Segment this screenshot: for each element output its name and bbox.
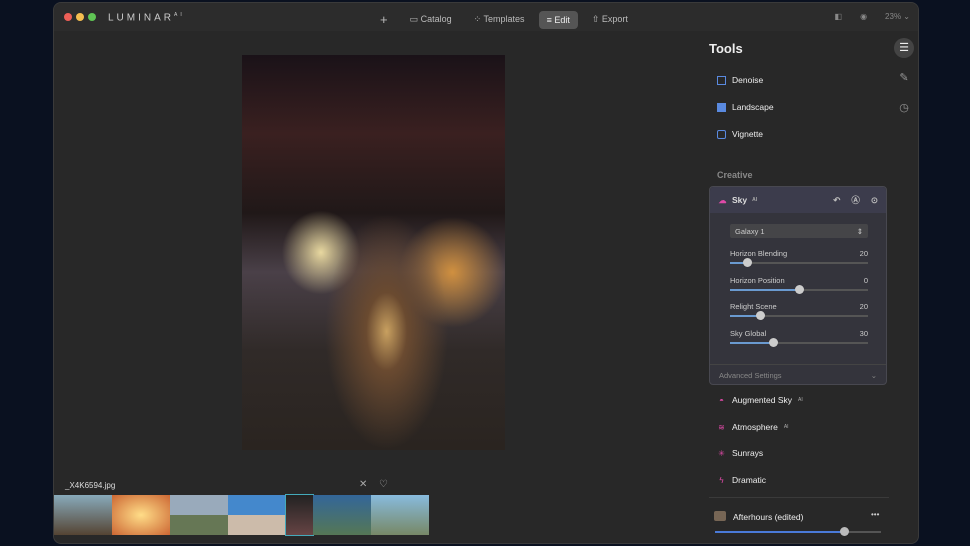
panel-title: Tools <box>709 41 743 56</box>
maximize-button[interactable] <box>88 13 96 21</box>
zoom-select[interactable]: 23% ⌄ <box>885 12 910 21</box>
preset-amount-slider[interactable] <box>715 531 881 533</box>
tools-panel: Tools Denoise Landscape Vignette Creativ… <box>709 31 889 544</box>
slider-knob[interactable] <box>795 285 804 294</box>
atmosphere-icon: ≋ <box>717 423 726 432</box>
ai-icon[interactable]: Ⓐ <box>851 194 860 206</box>
thumbnail[interactable] <box>112 495 170 535</box>
slider-fill <box>730 289 799 291</box>
reject-icon[interactable]: ✕ <box>359 479 367 490</box>
tab-catalog[interactable]: ▭ Catalog <box>402 10 460 29</box>
compare-icon[interactable]: ◧ <box>835 12 843 21</box>
slider-track[interactable] <box>730 262 868 264</box>
slider-track[interactable] <box>730 289 868 291</box>
filmstrip <box>54 495 429 535</box>
denoise-icon <box>717 76 726 85</box>
tool-dramatic[interactable]: ϟDramatic <box>717 475 766 485</box>
slider-fill <box>730 342 773 344</box>
tab-templates[interactable]: ⁘ Templates <box>466 10 533 29</box>
minimize-button[interactable] <box>76 13 84 21</box>
visibility-toggle[interactable]: ⊙ <box>871 195 878 206</box>
slider-horizon-blending[interactable]: Horizon Blending 20 <box>730 249 868 258</box>
tool-augmented-sky[interactable]: ◓Augmented SkyAI <box>717 395 803 405</box>
slider-value: 30 <box>860 329 868 338</box>
slider-track[interactable] <box>730 342 868 344</box>
augmented-sky-icon: ◓ <box>717 396 726 405</box>
slider-fill <box>715 531 844 533</box>
slider-value: 20 <box>860 249 868 258</box>
slider-knob[interactable] <box>743 258 752 267</box>
slider-label: Horizon Position <box>730 276 785 285</box>
tool-vignette[interactable]: Vignette <box>717 129 763 139</box>
slider-track[interactable] <box>730 315 868 317</box>
preset-name: Afterhours (edited) <box>733 512 803 522</box>
tab-export[interactable]: ⇧ Export <box>584 10 636 29</box>
app-logo: LUMINARAI <box>108 12 185 23</box>
photo-canvas[interactable] <box>242 55 505 450</box>
brush-icon[interactable]: ✎ <box>894 68 914 88</box>
thumbnail[interactable] <box>228 495 286 535</box>
close-button[interactable] <box>64 13 72 21</box>
slider-sky-global[interactable]: Sky Global 30 <box>730 329 868 338</box>
sky-preset-select[interactable]: Galaxy 1⇕ <box>730 224 868 238</box>
sunrays-icon: ✳ <box>717 449 726 458</box>
thumbnail[interactable] <box>54 495 112 535</box>
slider-label: Sky Global <box>730 329 766 338</box>
favorite-icon[interactable]: ♡ <box>379 479 388 490</box>
undo-icon[interactable]: ↶ <box>833 195 840 206</box>
thumbnail[interactable] <box>313 495 371 535</box>
tab-edit[interactable]: ≡ Edit <box>539 11 578 29</box>
slider-relight-scene[interactable]: Relight Scene 20 <box>730 302 868 311</box>
slider-value: 20 <box>860 302 868 311</box>
main-nav: + ▭ Catalog ⁘ Templates ≡ Edit ⇧ Export <box>372 8 636 31</box>
tool-sunrays[interactable]: ✳Sunrays <box>717 448 763 458</box>
preset-thumbnail <box>714 511 726 521</box>
slider-knob[interactable] <box>756 311 765 320</box>
filename: _X4K6594.jpg <box>65 481 115 490</box>
tool-atmosphere[interactable]: ≋AtmosphereAI <box>717 422 789 432</box>
eye-icon[interactable]: ◉ <box>860 12 867 21</box>
sky-header[interactable]: ☁ SkyAI ↶ Ⓐ ⊙ <box>710 187 886 213</box>
tool-denoise[interactable]: Denoise <box>717 75 763 85</box>
tools-adjust-icon[interactable]: ☰ <box>894 38 914 58</box>
tool-landscape[interactable]: Landscape <box>717 102 774 112</box>
slider-label: Relight Scene <box>730 302 777 311</box>
dramatic-icon: ϟ <box>717 476 726 485</box>
slider-knob[interactable] <box>769 338 778 347</box>
app-window: LUMINARAI + ▭ Catalog ⁘ Templates ≡ Edit… <box>53 2 919 544</box>
thumbnail[interactable] <box>170 495 228 535</box>
title-bar: LUMINARAI + ▭ Catalog ⁘ Templates ≡ Edit… <box>54 3 918 31</box>
more-icon[interactable]: ••• <box>871 510 879 519</box>
slider-knob[interactable] <box>840 527 849 536</box>
add-button[interactable]: + <box>372 8 396 31</box>
thumbnail-selected[interactable] <box>286 495 313 535</box>
slider-horizon-position[interactable]: Horizon Position 0 <box>730 276 868 285</box>
preset-bar: Afterhours (edited) ••• <box>709 497 889 544</box>
landscape-icon <box>717 103 726 112</box>
advanced-settings[interactable]: Advanced Settings⌄ <box>710 364 886 386</box>
cloud-icon: ☁ <box>718 196 727 205</box>
thumbnail[interactable] <box>371 495 429 535</box>
history-icon[interactable]: ◷ <box>894 98 914 118</box>
vignette-icon <box>717 130 726 139</box>
sky-tool-card: ☁ SkyAI ↶ Ⓐ ⊙ Galaxy 1⇕ Horizon Blending… <box>709 186 887 385</box>
slider-label: Horizon Blending <box>730 249 787 258</box>
section-creative: Creative <box>717 170 753 180</box>
slider-value: 0 <box>864 276 868 285</box>
